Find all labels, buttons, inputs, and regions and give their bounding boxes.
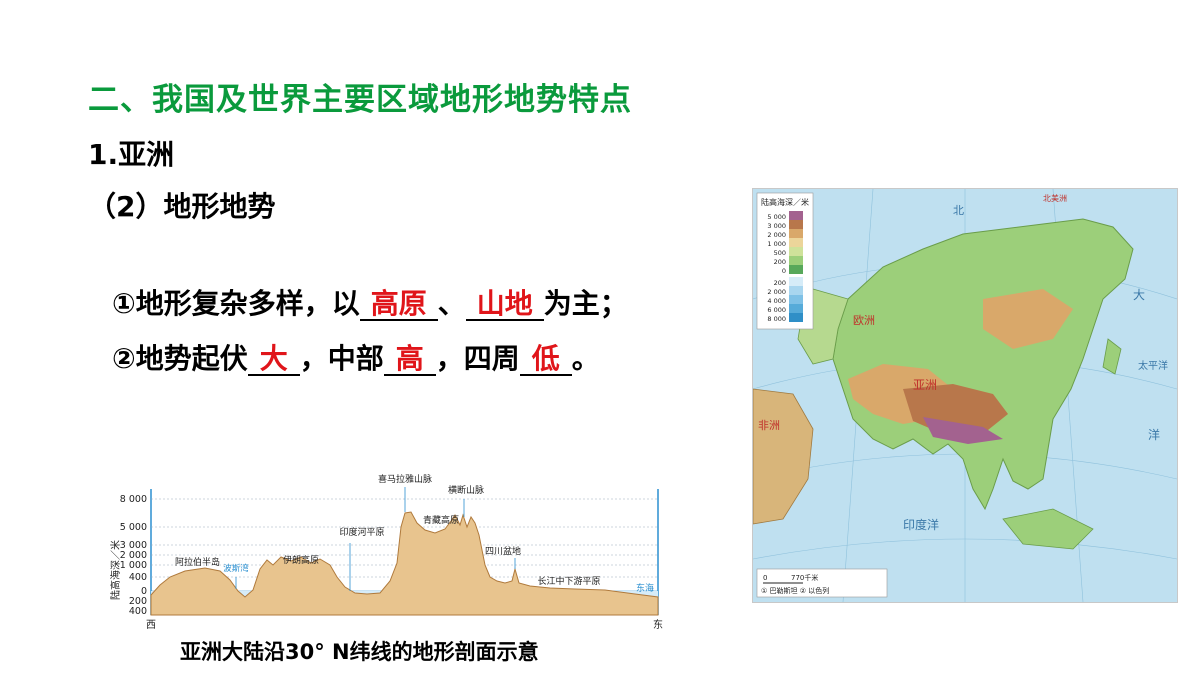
legend-value: 2 000 bbox=[767, 288, 786, 296]
west-label: 西 bbox=[146, 620, 156, 631]
label-persian-gulf: 波斯湾 bbox=[223, 563, 249, 574]
statement-text: ①地形复杂多样，以 bbox=[112, 287, 360, 320]
legend-value: 8 000 bbox=[767, 315, 786, 323]
map-scale: 0 770千米 ① 巴勒斯坦 ② 以色列 bbox=[756, 568, 888, 598]
y-tick: 8 000 bbox=[120, 494, 147, 505]
label-arabia: 阿拉伯半岛 bbox=[175, 556, 220, 568]
label-indus: 印度河平原 bbox=[339, 526, 384, 538]
legend-value: 2 000 bbox=[767, 231, 786, 239]
legend-value: 5 000 bbox=[767, 213, 786, 221]
legend-value: 200 bbox=[774, 258, 786, 266]
legend-value: 500 bbox=[774, 249, 786, 257]
profile-caption: 亚洲大陆沿30° N纬线的地形剖面示意 bbox=[180, 640, 539, 664]
answer-blank-low: 低 bbox=[519, 344, 572, 376]
y-tick: 1 000 bbox=[120, 560, 147, 571]
asia-physical-map: 大 洋 印度洋 北 北美洲 欧洲 亚洲 非洲 太平洋 陆高海深／米 5 000 … bbox=[752, 188, 1178, 603]
y-tick: 400 bbox=[129, 572, 147, 583]
legend-value: 0 bbox=[782, 267, 786, 275]
legend-title: 陆高海深／米 bbox=[761, 197, 809, 207]
legend-value: 200 bbox=[774, 279, 786, 287]
label-tibet: 青藏高原 bbox=[423, 514, 459, 526]
legend-value: 3 000 bbox=[767, 222, 786, 230]
map-label-top: 北美洲 bbox=[1043, 193, 1067, 203]
statement-text: 。 bbox=[571, 342, 600, 375]
sub-sub-title: （2）地形地势 bbox=[88, 190, 276, 223]
label-iran: 伊朗高原 bbox=[283, 554, 319, 566]
statement-text: 、 bbox=[437, 287, 466, 320]
label-yangtze: 长江中下游平原 bbox=[537, 575, 600, 587]
label-himalaya: 喜马拉雅山脉 bbox=[378, 473, 432, 485]
map-label-africa: 非洲 bbox=[758, 419, 780, 432]
label-hengduan: 横断山脉 bbox=[448, 484, 484, 496]
y-tick: 400 bbox=[129, 606, 147, 617]
map-label-europe: 欧洲 bbox=[853, 314, 875, 327]
scale-zero: 0 bbox=[763, 574, 767, 582]
east-label: 东 bbox=[653, 618, 663, 631]
answer-blank-plateau: 高原 bbox=[359, 289, 438, 321]
section-title: 二、我国及世界主要区域地形地势特点 bbox=[88, 82, 632, 118]
statement-text: 为主； bbox=[543, 287, 628, 320]
statement-text: ，中部 bbox=[299, 342, 384, 375]
answer-blank-large: 大 bbox=[247, 344, 300, 376]
scale-label: 770千米 bbox=[791, 573, 818, 582]
legend-value: 1 000 bbox=[767, 240, 786, 248]
map-label-yang: 洋 bbox=[1148, 427, 1160, 442]
answer-blank-mountain: 山地 bbox=[465, 289, 544, 321]
label-sichuan: 四川盆地 bbox=[485, 545, 521, 557]
map-label-north: 北 bbox=[953, 204, 964, 217]
statement-text: ②地势起伏 bbox=[112, 342, 248, 375]
map-legend: 陆高海深／米 5 000 3 000 2 000 1 000 500 200 0… bbox=[756, 192, 814, 330]
map-label-pacific: 太平洋 bbox=[1138, 359, 1168, 372]
relief-statement: ②地势起伏大，中部高，四周低。 bbox=[112, 337, 600, 377]
map-label-da: 大 bbox=[1133, 288, 1145, 302]
y-tick: 5 000 bbox=[120, 522, 147, 533]
map-footnote: ① 巴勒斯坦 ② 以色列 bbox=[761, 586, 829, 595]
answer-blank-high: 高 bbox=[383, 344, 436, 376]
terrain-profile: 陆高海深／米 8 000 5 000 3 000 2 000 1 000 400… bbox=[109, 473, 663, 631]
statement-text: ，四周 bbox=[435, 342, 520, 375]
map-label-asia: 亚洲 bbox=[913, 378, 937, 392]
legend-value: 4 000 bbox=[767, 297, 786, 305]
map-label-indian-ocean: 印度洋 bbox=[903, 517, 939, 532]
terrain-statement: ①地形复杂多样，以 高原、山地 为主； bbox=[112, 282, 628, 322]
sub-title: 1.亚洲 bbox=[88, 138, 175, 171]
legend-value: 6 000 bbox=[767, 306, 786, 314]
label-east-sea: 东海 bbox=[636, 582, 654, 594]
